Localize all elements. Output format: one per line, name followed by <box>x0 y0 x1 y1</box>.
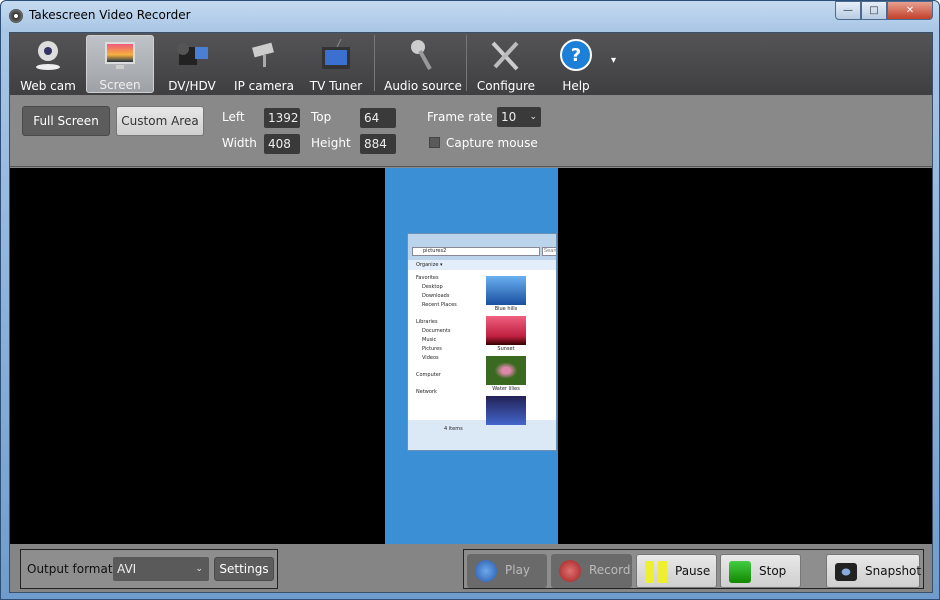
tab-help[interactable]: ? Help <box>548 35 604 93</box>
width-input[interactable]: 408 <box>264 134 300 154</box>
top-label: Top <box>311 110 332 124</box>
preview-status: 4 items <box>408 420 556 450</box>
chevron-down-icon: ⌄ <box>529 112 537 122</box>
preview-thumbnail <box>486 356 526 385</box>
settings-button[interactable]: Settings <box>214 557 274 581</box>
minimize-button[interactable]: — <box>835 1 861 20</box>
record-button[interactable]: Record <box>551 554 632 588</box>
preview-nav-item: Libraries <box>416 319 438 325</box>
pause-button[interactable]: Pause <box>636 554 717 588</box>
app-icon <box>9 9 23 23</box>
left-input[interactable]: 1392 <box>264 108 300 128</box>
chevron-down-icon: ⌄ <box>195 564 203 574</box>
stop-button[interactable]: Stop <box>720 554 801 588</box>
tab-ip-camera[interactable]: IP camera <box>232 35 296 93</box>
output-group: Output format AVI ⌄ Settings <box>20 549 278 589</box>
tab-screen[interactable]: Screen <box>86 35 154 93</box>
preview-nav-item: Computer <box>416 372 441 378</box>
preview-nav-pane: Favorites Desktop Downloads Recent Places Li… <box>414 274 482 397</box>
preview-organize-bar: Organize ▾ <box>408 260 556 270</box>
pause-icon <box>645 561 667 583</box>
preview-nav-item: Recent Places <box>422 302 457 308</box>
tab-tv-tuner[interactable]: TV Tuner <box>306 35 366 93</box>
capture-preview: pictures2 Search Organize ▾ 4 items Favo… <box>10 168 932 544</box>
preview-thumbnail-label: Water lilies <box>492 386 520 392</box>
source-toolbar: Web cam Screen DV/HDV IP camera TV Tuner… <box>10 33 932 95</box>
preview-nav-item: Network <box>416 389 437 395</box>
full-screen-button[interactable]: Full Screen <box>22 106 110 136</box>
stop-icon <box>729 561 751 583</box>
preview-thumbnail <box>486 276 526 305</box>
play-icon <box>475 560 497 582</box>
window-title: Takescreen Video Recorder <box>29 8 191 22</box>
preview-nav-item: Music <box>422 337 437 343</box>
play-button[interactable]: Play <box>467 554 547 588</box>
camcorder-icon <box>175 39 209 71</box>
custom-area-button[interactable]: Custom Area <box>116 106 204 136</box>
tools-icon <box>489 39 523 71</box>
output-format-label: Output format <box>27 562 113 576</box>
height-input[interactable]: 884 <box>360 134 396 154</box>
monitor-icon <box>103 40 137 72</box>
preview-search-box: Search <box>542 247 556 256</box>
capture-options-panel: Full Screen Custom Area Left 1392 Top 64… <box>10 95 932 167</box>
app-window: Takescreen Video Recorder — □ ✕ Web cam … <box>0 0 940 600</box>
toolbar-divider <box>466 35 467 91</box>
capture-mouse-checkbox[interactable] <box>429 137 440 148</box>
preview-explorer-window: pictures2 Search Organize ▾ 4 items Favo… <box>407 233 557 451</box>
capture-mouse-label: Capture mouse <box>446 136 538 150</box>
height-label: Height <box>311 136 351 150</box>
preview-thumbnail <box>486 316 526 345</box>
svg-text:?: ? <box>571 45 581 66</box>
bottom-bar: Output format AVI ⌄ Settings Play Record … <box>10 544 932 592</box>
camera-icon <box>835 563 857 581</box>
tab-configure[interactable]: Configure <box>474 35 538 93</box>
toolbar-divider <box>374 35 375 91</box>
preview-thumbnail-label: Sunset <box>497 346 515 352</box>
output-format-select[interactable]: AVI ⌄ <box>113 557 209 581</box>
help-icon: ? <box>559 39 593 71</box>
maximize-button[interactable]: □ <box>861 1 887 20</box>
preview-nav-item: Desktop <box>422 284 443 290</box>
frame-rate-select[interactable]: 10 ⌄ <box>497 107 541 127</box>
close-button[interactable]: ✕ <box>887 1 933 20</box>
microphone-icon <box>406 39 440 71</box>
frame-rate-label: Frame rate <box>427 110 493 124</box>
preview-nav-item: Downloads <box>422 293 450 299</box>
security-camera-icon <box>247 39 281 71</box>
preview-nav-item: Pictures <box>422 346 442 352</box>
preview-nav-item: Favorites <box>416 275 439 281</box>
preview-thumbnail-label: Blue hills <box>494 306 518 312</box>
preview-thumbnail <box>486 396 526 425</box>
recording-controls: Play Record Pause Stop Snapshot <box>463 549 924 589</box>
left-label: Left <box>222 110 245 124</box>
capture-area: pictures2 Search Organize ▾ 4 items Favo… <box>385 168 558 544</box>
tab-web-cam[interactable]: Web cam <box>16 35 80 93</box>
snapshot-button[interactable]: Snapshot <box>826 554 921 588</box>
preview-nav-item: Videos <box>422 355 439 361</box>
toolbar-more-button[interactable]: ▾ <box>611 55 616 66</box>
tv-icon <box>319 38 353 71</box>
preview-thumbnails: Blue hills Sunset Water lilies <box>486 276 526 425</box>
tab-audio-source[interactable]: Audio source <box>382 35 464 93</box>
preview-nav-item: Documents <box>422 328 451 334</box>
webcam-icon <box>31 39 65 71</box>
record-icon <box>559 560 581 582</box>
top-input[interactable]: 64 <box>360 108 396 128</box>
width-label: Width <box>222 136 257 150</box>
preview-address-bar: pictures2 <box>412 247 540 256</box>
tab-dv-hdv[interactable]: DV/HDV <box>160 35 224 93</box>
